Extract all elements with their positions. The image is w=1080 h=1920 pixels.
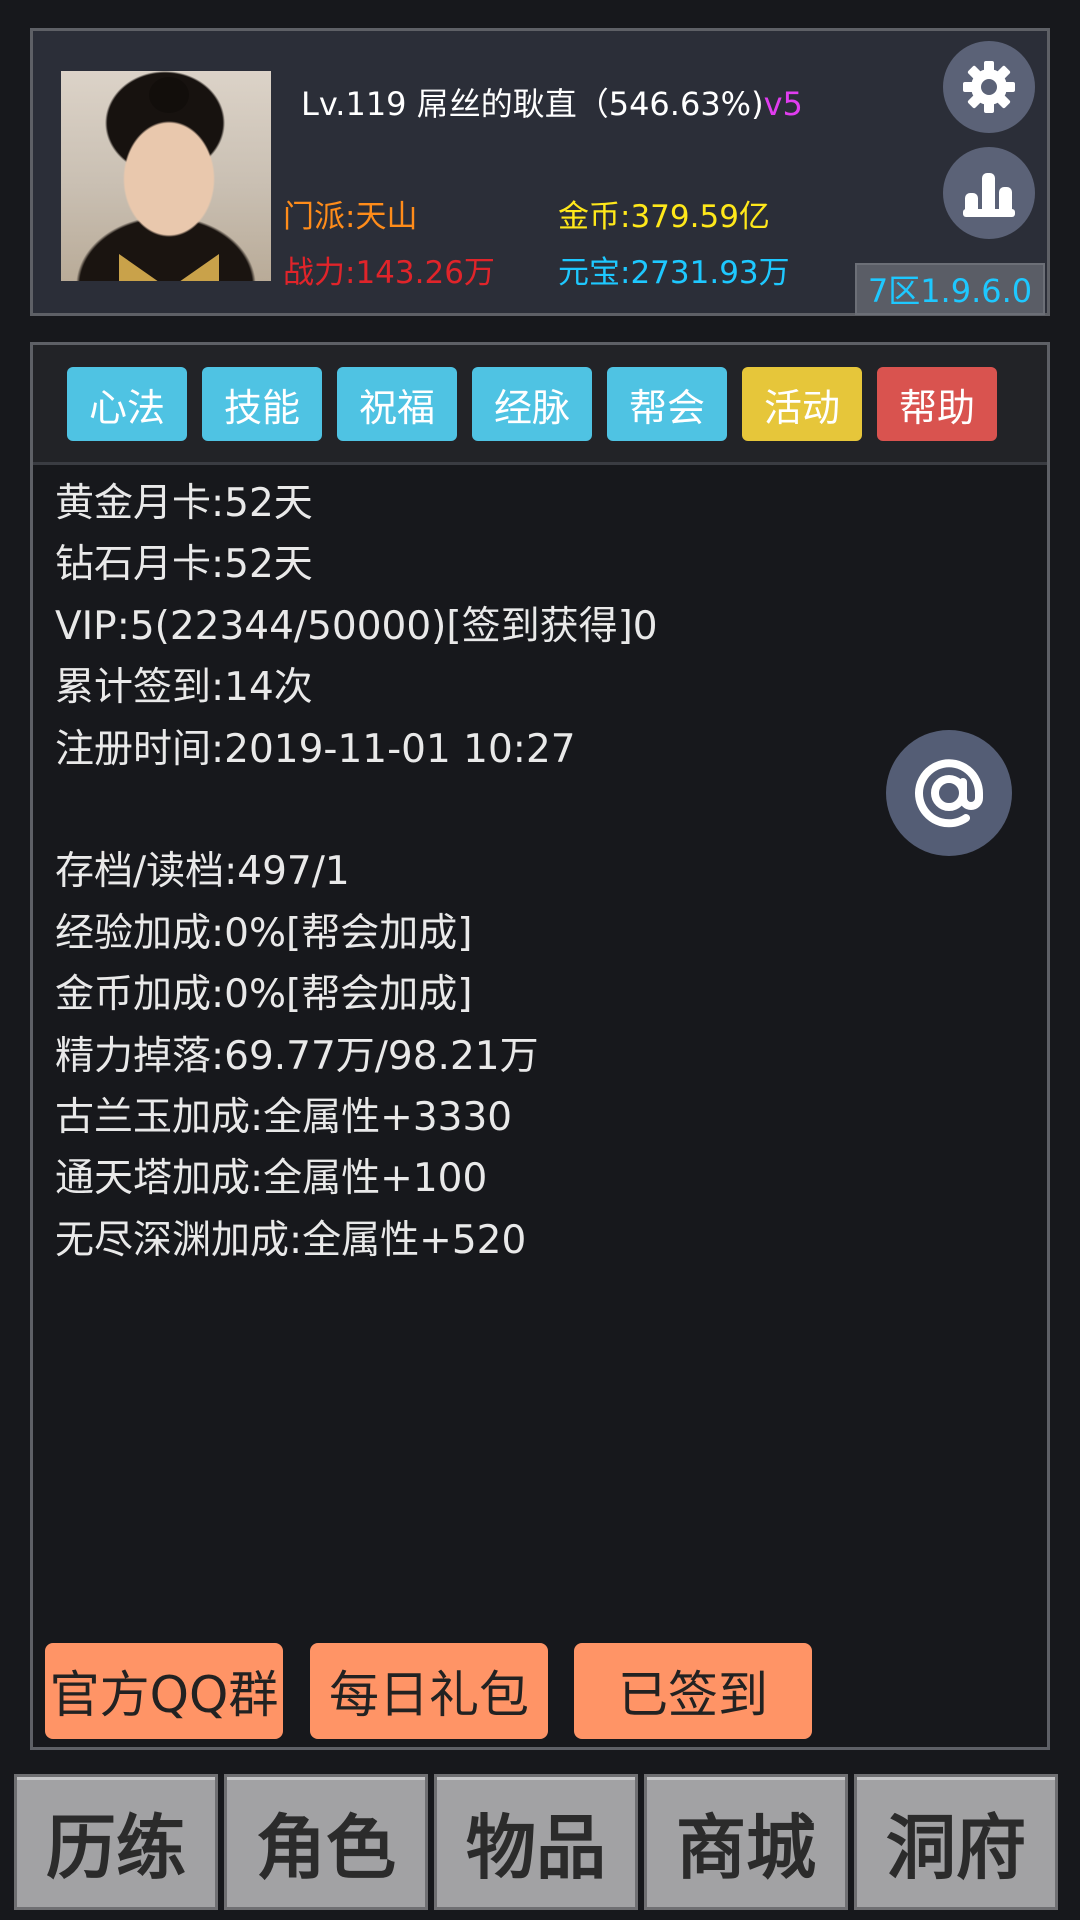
tab-blessing[interactable]: 祝福	[337, 367, 457, 441]
sect-label: 门派:天山	[283, 199, 418, 235]
profile-panel: Lv.119 屌丝的耿直（546.63%)v5 门派:天山 金币:379.59亿…	[30, 28, 1050, 316]
gold-monthly-card: 黄金月卡:52天	[55, 481, 313, 526]
server-version-badge: 7区1.9.6.0	[855, 263, 1045, 315]
abyss-bonus: 无尽深渊加成:全属性+520	[55, 1217, 527, 1263]
player-info-list: 黄金月卡:52天 钻石月卡:52天 VIP:5(22344/50000)[签到获…	[55, 473, 658, 1271]
gear-icon	[963, 61, 1015, 113]
nav-cave[interactable]: 洞府	[854, 1774, 1058, 1910]
avatar-collar	[119, 254, 219, 281]
vip-progress: VIP:5(22344/50000)[签到获得]0	[55, 603, 658, 649]
tab-skills[interactable]: 技能	[202, 367, 322, 441]
player-title: Lv.119 屌丝的耿直（546.63%)v5	[301, 79, 803, 125]
settings-button[interactable]	[943, 41, 1035, 133]
signed-in-button[interactable]: 已签到	[574, 1643, 812, 1739]
tab-xinfa[interactable]: 心法	[67, 367, 187, 441]
total-sign-ins: 累计签到:14次	[55, 665, 313, 711]
tab-help[interactable]: 帮助	[877, 367, 997, 441]
nav-training[interactable]: 历练	[14, 1774, 218, 1910]
bar-chart-icon	[963, 173, 1015, 217]
gold-label: 金币:379.59亿	[558, 199, 770, 235]
nav-shop[interactable]: 商城	[644, 1774, 848, 1910]
mention-button[interactable]	[886, 730, 1012, 856]
power-label: 战力:143.26万	[283, 255, 495, 291]
stats-button[interactable]	[943, 147, 1035, 239]
nav-items[interactable]: 物品	[434, 1774, 638, 1910]
register-time: 注册时间:2019-11-01 10:27	[55, 726, 576, 772]
exp-bonus: 经验加成:0%[帮会加成]	[55, 910, 473, 956]
player-level-name: Lv.119 屌丝的耿直（546.63%)	[301, 85, 764, 123]
daily-gift-button[interactable]: 每日礼包	[310, 1643, 548, 1739]
vip-badge: v5	[763, 85, 803, 123]
energy-drop: 精力掉落:69.77万/98.21万	[55, 1033, 539, 1079]
diamond-monthly-card: 钻石月卡:52天	[55, 542, 313, 588]
gold-bonus: 金币加成:0%[帮会加成]	[55, 972, 473, 1018]
ingot-label: 元宝:2731.93万	[558, 255, 790, 291]
tower-bonus: 通天塔加成:全属性+100	[55, 1156, 488, 1202]
at-icon	[915, 759, 983, 828]
main-panel: 心法 技能 祝福 经脉 帮会 活动 帮助 黄金月卡:52天 钻石月卡:52天 V…	[30, 342, 1050, 1750]
character-avatar[interactable]	[61, 71, 271, 281]
gulanyu-bonus: 古兰玉加成:全属性+3330	[55, 1094, 513, 1140]
function-tab-bar: 心法 技能 祝福 经脉 帮会 活动 帮助	[33, 345, 1047, 465]
nav-character[interactable]: 角色	[224, 1774, 428, 1910]
save-load-count: 存档/读档:497/1	[55, 849, 350, 895]
tab-meridians[interactable]: 经脉	[472, 367, 592, 441]
avatar-hair	[149, 77, 189, 113]
tab-guild[interactable]: 帮会	[607, 367, 727, 441]
bottom-nav: 历练 角色 物品 商城 洞府	[14, 1774, 1066, 1920]
official-qq-group-button[interactable]: 官方QQ群	[45, 1643, 283, 1739]
tab-events[interactable]: 活动	[742, 367, 862, 441]
